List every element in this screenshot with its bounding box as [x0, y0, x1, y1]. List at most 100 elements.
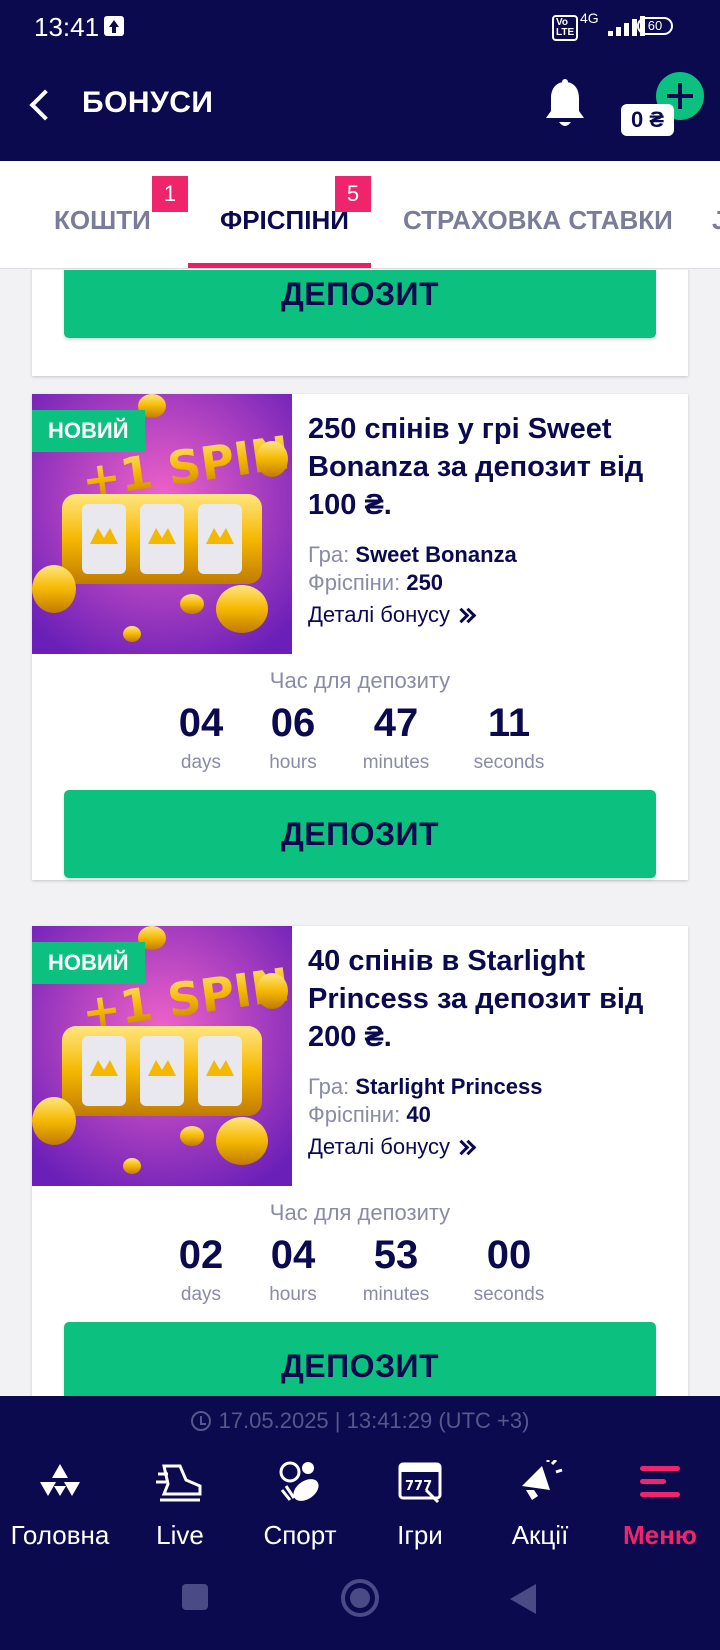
promo-image: +1 SPIN НОВИЙ — [32, 926, 292, 1186]
details-label: Деталі бонусу — [308, 1134, 451, 1159]
clock-icon — [190, 1411, 211, 1431]
volte-icon: Vo LTE — [552, 15, 579, 41]
recent-apps-button[interactable] — [180, 1582, 210, 1612]
server-datetime: 17.05.2025 | 13:41:29 (UTC +3) — [218, 1408, 530, 1433]
timer-value: 06 — [270, 701, 316, 745]
tab-count-badge: 5 — [335, 176, 371, 212]
slot-machine-icon: 777 — [398, 1462, 442, 1504]
home-button[interactable] — [340, 1578, 380, 1618]
page-title: БОНУСИ — [82, 86, 214, 119]
app-header: БОНУСИ 0 ₴ — [0, 56, 720, 161]
timer-unit: hours — [269, 752, 317, 773]
timer-value: 53 — [373, 1233, 419, 1277]
timer-label: Час для депозиту — [269, 1200, 451, 1225]
timer-value: 04 — [178, 701, 224, 745]
game-line: Гра: Sweet Bonanza — [308, 542, 517, 568]
nav-label: Акції — [511, 1520, 569, 1550]
offer-title: 40 спінів в Starlight Princess за депози… — [308, 945, 644, 1053]
freespins-value: 40 — [406, 1102, 431, 1127]
timer-minutes: 47 minutes — [346, 700, 446, 774]
tab-funds[interactable]: КОШТИ 1 — [40, 161, 190, 268]
timer-unit: days — [180, 752, 222, 773]
deposit-button[interactable]: ДЕПОЗИТ — [64, 270, 656, 338]
freespins-value: 250 — [406, 570, 444, 595]
bonus-details-link[interactable]: Деталі бонусу — [308, 1134, 476, 1160]
new-badge: НОВИЙ — [32, 410, 145, 452]
timer-unit: seconds — [473, 752, 545, 773]
nav-live[interactable]: Live — [120, 1456, 240, 1556]
timer-minutes: 53 minutes — [346, 1232, 446, 1306]
nav-home[interactable]: Головна — [0, 1456, 120, 1556]
tab-bet-insurance[interactable]: СТРАХОВКА СТАВКИ — [400, 161, 700, 268]
deposit-button[interactable]: ДЕПОЗИТ — [64, 790, 656, 878]
tab-freespins[interactable]: ФРІСПІНИ 5 — [188, 161, 371, 268]
offer-title: 250 спінів у грі Sweet Bonanza за депози… — [308, 413, 644, 521]
game-label: Гра: — [308, 542, 350, 567]
megaphone-icon — [522, 1460, 563, 1500]
freespins-label: Фріспіни: — [308, 1102, 401, 1127]
sport-balls-icon — [279, 1461, 319, 1501]
timer-value: 04 — [270, 1233, 316, 1277]
promo-image: +1 SPIN НОВИЙ — [32, 394, 292, 654]
running-shoe-icon — [156, 1464, 202, 1502]
tab-label: КОШТИ — [54, 205, 151, 235]
freespins-line: Фріспіни: 250 — [308, 570, 443, 596]
bonus-tabs: КОШТИ 1 ФРІСПІНИ 5 СТРАХОВКА СТАВКИ J — [0, 161, 720, 269]
timer-value: 11 — [487, 701, 531, 745]
active-tab-indicator — [188, 263, 371, 268]
nav-promotions[interactable]: Акції — [480, 1456, 600, 1556]
nav-menu[interactable]: Меню — [600, 1456, 720, 1556]
details-label: Деталі бонусу — [308, 602, 451, 627]
bonus-card: +1 SPIN НОВИЙ 250 спінів у грі Sweet Bon… — [32, 394, 688, 880]
game-label: Гра: — [308, 1074, 350, 1099]
timer-value: 47 — [373, 701, 419, 745]
status-bar: 13:41 Vo LTE 4G 60 — [0, 0, 720, 56]
game-value: Sweet Bonanza — [355, 542, 517, 567]
new-badge: НОВИЙ — [32, 942, 145, 984]
timer-unit: minutes — [362, 752, 430, 773]
upload-notification-icon — [104, 16, 124, 36]
timer-unit: seconds — [473, 1284, 545, 1305]
tab-label: СТРАХОВКА СТАВКИ — [403, 205, 673, 235]
nav-label: Ігри — [397, 1520, 443, 1550]
nav-label: Меню — [622, 1520, 698, 1550]
home-logo-icon — [40, 1464, 80, 1496]
nav-label: Спорт — [263, 1520, 337, 1550]
nav-label: Live — [156, 1520, 204, 1550]
double-chevron-right-icon — [456, 1139, 476, 1157]
nav-label: Головна — [10, 1520, 110, 1550]
back-nav-button[interactable] — [508, 1582, 538, 1616]
game-line: Гра: Starlight Princess — [308, 1074, 542, 1100]
nav-games[interactable]: 777 Ігри — [360, 1456, 480, 1556]
timer-value: 00 — [486, 1233, 532, 1277]
back-button[interactable] — [22, 86, 62, 126]
bell-icon[interactable] — [542, 78, 588, 130]
timer-value: 02 — [178, 1233, 224, 1277]
tab-count-badge: 1 — [152, 176, 188, 212]
deposit-button[interactable]: ДЕПОЗИТ — [64, 1322, 656, 1396]
bonus-card: ДЕПОЗИТ — [32, 270, 688, 376]
timer-hours: 04 hours — [243, 1232, 343, 1306]
bonus-list[interactable]: ДЕПОЗИТ +1 SPIN НОВИЙ 250 спінів у грі S… — [0, 270, 720, 1396]
timer-label: Час для депозиту — [269, 668, 451, 693]
status-time: 13:41 — [34, 12, 100, 42]
bottom-navigation: 17.05.2025 | 13:41:29 (UTC +3) Головна L… — [0, 1396, 720, 1650]
nav-sport[interactable]: Спорт — [240, 1456, 360, 1556]
game-value: Starlight Princess — [355, 1074, 543, 1099]
timer-hours: 06 hours — [243, 700, 343, 774]
freespins-label: Фріспіни: — [308, 570, 401, 595]
timer-seconds: 11 seconds — [459, 700, 559, 774]
battery-icon: 60 — [637, 17, 673, 35]
freespins-line: Фріспіни: 40 — [308, 1102, 431, 1128]
tab-more[interactable]: J — [712, 161, 720, 268]
timer-seconds: 00 seconds — [459, 1232, 559, 1306]
timer-unit: minutes — [362, 1284, 430, 1305]
double-chevron-right-icon — [456, 607, 476, 625]
balance-badge[interactable]: 0 ₴ — [621, 104, 675, 136]
timer-days: 04 days — [151, 700, 251, 774]
timer-days: 02 days — [151, 1232, 251, 1306]
timer-unit: hours — [269, 1284, 317, 1305]
tab-label: ФРІСПІНИ — [220, 205, 349, 235]
bonus-details-link[interactable]: Деталі бонусу — [308, 602, 476, 628]
timer-unit: days — [180, 1284, 222, 1305]
